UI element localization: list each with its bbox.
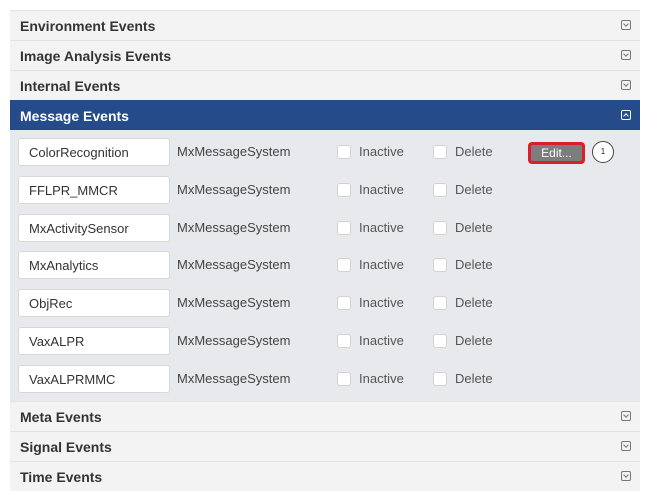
event-row: VaxALPR MxMessageSystem Inactive Delete	[10, 323, 640, 361]
delete-label: Delete	[455, 332, 493, 348]
delete-label: Delete	[455, 370, 493, 386]
event-row: MxActivitySensor MxMessageSystem Inactiv…	[10, 210, 640, 248]
event-system: MxMessageSystem	[177, 332, 291, 348]
inactive-label: Inactive	[359, 370, 404, 386]
event-system: MxMessageSystem	[177, 144, 291, 159]
section-label: Environment Events	[20, 18, 156, 34]
section-label: Message Events	[20, 108, 129, 124]
delete-label: Delete	[455, 219, 493, 235]
event-name-field[interactable]: VaxALPRMMC	[18, 364, 170, 393]
delete-checkbox[interactable]	[433, 296, 447, 311]
event-row: VaxALPRMMC MxMessageSystem Inactive Dele…	[10, 361, 640, 399]
inactive-label: Inactive	[359, 257, 404, 273]
section-meta-events[interactable]: Meta Events	[10, 400, 640, 431]
section-label: Meta Events	[20, 408, 102, 425]
inactive-checkbox[interactable]	[337, 182, 351, 197]
inactive-checkbox[interactable]	[337, 145, 351, 159]
event-system: MxMessageSystem	[177, 295, 291, 311]
section-image-analysis-events[interactable]: Image Analysis Events	[10, 40, 640, 70]
section-label: Image Analysis Events	[20, 48, 172, 64]
delete-checkbox[interactable]	[433, 371, 447, 386]
edit-button[interactable]: Edit...	[528, 142, 585, 164]
event-row: FFLPR_MMCR MxMessageSystem Inactive Dele…	[10, 172, 640, 210]
delete-checkbox[interactable]	[433, 220, 447, 235]
delete-checkbox[interactable]	[433, 258, 447, 273]
event-name-field[interactable]: FFLPR_MMCR	[18, 175, 170, 204]
expand-icon[interactable]	[621, 410, 631, 421]
section-label: Time Events	[20, 468, 103, 485]
inactive-label: Inactive	[359, 295, 404, 311]
section-internal-events[interactable]: Internal Events	[10, 70, 640, 100]
inactive-checkbox[interactable]	[337, 371, 351, 386]
events-panel: Environment Events Image Analysis Events…	[10, 10, 640, 491]
delete-label: Delete	[455, 144, 493, 159]
event-row: ObjRec MxMessageSystem Inactive Delete	[10, 285, 640, 323]
inactive-checkbox[interactable]	[337, 296, 351, 311]
section-environment-events[interactable]: Environment Events	[10, 10, 640, 40]
event-system: MxMessageSystem	[177, 257, 291, 273]
event-system: MxMessageSystem	[177, 370, 291, 386]
expand-icon[interactable]	[621, 470, 631, 481]
inactive-label: Inactive	[359, 332, 404, 348]
section-label: Internal Events	[20, 78, 121, 94]
delete-label: Delete	[455, 257, 493, 273]
delete-label: Delete	[455, 181, 493, 197]
edit-button-label: Edit...	[531, 145, 582, 161]
section-time-events[interactable]: Time Events	[10, 460, 640, 491]
inactive-checkbox[interactable]	[337, 333, 351, 348]
inactive-checkbox[interactable]	[337, 220, 351, 235]
event-row: ColorRecognition MxMessageSystem Inactiv…	[10, 134, 640, 172]
delete-checkbox[interactable]	[433, 145, 447, 159]
delete-checkbox[interactable]	[433, 182, 447, 197]
inactive-label: Inactive	[359, 181, 404, 197]
section-signal-events[interactable]: Signal Events	[10, 430, 640, 461]
event-name-field[interactable]: MxActivitySensor	[18, 213, 170, 242]
message-events-body: ColorRecognition MxMessageSystem Inactiv…	[10, 130, 640, 401]
callout-marker: 1	[592, 141, 614, 163]
inactive-label: Inactive	[359, 219, 404, 235]
event-name-field[interactable]: MxAnalytics	[18, 251, 170, 280]
delete-checkbox[interactable]	[433, 333, 447, 348]
event-system: MxMessageSystem	[177, 219, 291, 235]
delete-label: Delete	[455, 295, 493, 311]
expand-icon[interactable]	[621, 440, 631, 451]
expand-icon[interactable]	[621, 20, 631, 30]
inactive-checkbox[interactable]	[337, 258, 351, 273]
event-name-field[interactable]: ObjRec	[18, 289, 170, 318]
event-row: MxAnalytics MxMessageSystem Inactive Del…	[10, 247, 640, 285]
inactive-label: Inactive	[359, 144, 404, 159]
event-system: MxMessageSystem	[177, 181, 291, 197]
collapse-icon[interactable]	[621, 110, 631, 120]
expand-icon[interactable]	[621, 80, 631, 90]
expand-icon[interactable]	[621, 50, 631, 60]
event-name-field[interactable]: VaxALPR	[18, 326, 170, 355]
section-label: Signal Events	[20, 438, 112, 455]
section-message-events[interactable]: Message Events	[10, 100, 640, 130]
event-name-field[interactable]: ColorRecognition	[18, 138, 170, 166]
